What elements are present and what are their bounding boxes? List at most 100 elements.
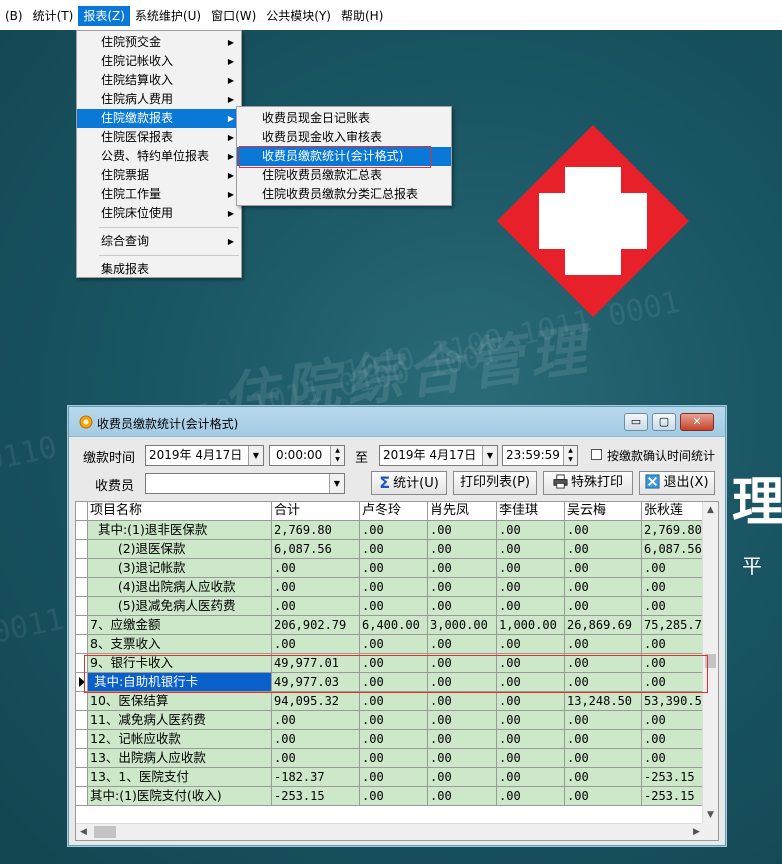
table-cell[interactable]: .00 [428,730,497,749]
table-cell[interactable]: 12、记帐应收款 [88,730,272,749]
table-cell[interactable]: 206,902.79 [272,616,360,635]
print-list-button[interactable]: 打印列表(P) [453,471,537,495]
row-indicator[interactable] [76,616,88,635]
table-cell[interactable]: 3,000.00 [428,616,497,635]
row-indicator[interactable] [76,787,88,806]
special-print-button[interactable]: 特殊打印 [543,471,633,495]
submenu-cashier-payment-category-summary[interactable]: 住院收费员缴款分类汇总报表 [237,185,451,204]
table-cell[interactable]: .00 [642,559,704,578]
table-cell[interactable]: .00 [497,768,565,787]
table-cell[interactable]: .00 [360,597,428,616]
table-cell[interactable]: .00 [428,749,497,768]
collector-select[interactable]: ▼ [145,473,345,494]
scroll-left-icon[interactable]: ◀ [76,824,91,840]
row-indicator[interactable] [76,540,88,559]
table-cell[interactable]: 10、医保结算 [88,692,272,711]
submenu-cashier-cash-journal[interactable]: 收费员现金日记账表 [237,109,451,128]
table-row[interactable]: (4)退出院病人应收款 .00.00.00.00.00.00 [76,578,704,597]
table-cell[interactable]: 26,869.69 [565,616,642,635]
table-cell[interactable]: .00 [497,787,565,806]
menu-item-reports[interactable]: 报表(Z) [78,6,130,26]
table-cell[interactable]: 2,769.80 [272,521,360,540]
table-cell[interactable]: .00 [497,749,565,768]
row-indicator[interactable] [76,502,88,521]
scroll-thumb[interactable] [94,826,116,838]
table-cell[interactable]: .00 [272,711,360,730]
table-cell[interactable]: 1,000.00 [497,616,565,635]
table-cell[interactable]: .00 [642,730,704,749]
table-cell[interactable]: 6,087.56 [642,540,704,559]
table-cell[interactable]: 8、支票收入 [88,635,272,654]
table-cell[interactable]: .00 [428,578,497,597]
maximize-button[interactable]: ▢ [652,413,676,431]
table-cell[interactable]: .00 [272,749,360,768]
stats-button[interactable]: Σ 统计(U) [371,471,447,495]
table-cell[interactable]: .00 [497,521,565,540]
table-cell[interactable]: .00 [565,578,642,597]
scroll-down-icon[interactable]: ▼ [703,807,718,823]
table-row[interactable]: 其中:(1)医院支付(收入) -253.15.00.00.00.00 -253.15 [76,787,704,806]
table-cell[interactable]: 6,087.56 [272,540,360,559]
table-cell[interactable]: 13、出院病人应收款 [88,749,272,768]
table-cell[interactable]: .00 [497,559,565,578]
table-cell[interactable]: .00 [360,692,428,711]
table-cell[interactable]: .00 [272,578,360,597]
row-indicator[interactable] [76,635,88,654]
table-cell[interactable]: .00 [428,540,497,559]
table-cell[interactable]: .00 [497,730,565,749]
table-row[interactable]: 13、1、医院支付 -182.37.00.00.00.00 -253.15 [76,768,704,787]
table-cell[interactable]: .00 [360,787,428,806]
end-time-field[interactable]: 23:59:59 ▲ ▼ [502,445,578,466]
table-cell[interactable]: .00 [272,559,360,578]
table-cell[interactable]: .00 [360,540,428,559]
table-cell[interactable]: 13、1、医院支付 [88,768,272,787]
table-cell[interactable]: -182.37 [272,768,360,787]
table-cell[interactable]: .00 [642,635,704,654]
start-date-picker[interactable]: 2019年 4月17日 ▼ [145,445,264,466]
row-indicator[interactable] [76,749,88,768]
table-row[interactable]: 13、出院病人应收款 .00.00.00.00.00.00 [76,749,704,768]
table-cell[interactable]: 7、应缴金额 [88,616,272,635]
submenu-cashier-payment-summary[interactable]: 住院收费员缴款汇总表 [237,166,451,185]
size-grip[interactable] [702,823,718,840]
minimize-button[interactable]: ▭ [624,413,648,431]
table-cell[interactable]: 11、减免病人医药费 [88,711,272,730]
table-cell[interactable]: .00 [272,597,360,616]
table-row[interactable]: 7、应缴金额 206,902.79 6,400.00 3,000.00 1,000.00… [76,616,704,635]
table-row[interactable]: 10、医保结算 94,095.32.00.00.00 13,248.50 53,390… [76,692,704,711]
table-cell[interactable]: .00 [565,711,642,730]
table-cell[interactable]: .00 [360,578,428,597]
menu-item-window[interactable]: 窗口(W) [206,6,261,26]
menu-inpatient-patient-fees[interactable]: 住院病人费用 ▶ [77,90,241,109]
table-cell[interactable]: .00 [360,559,428,578]
table-cell[interactable]: 53,390.5 [642,692,704,711]
menu-inpatient-charge-income[interactable]: 住院记帐收入 ▶ [77,52,241,71]
end-date-picker[interactable]: 2019年 4月17日 ▼ [379,445,498,466]
table-cell[interactable]: .00 [642,578,704,597]
menu-inpatient-workload[interactable]: 住院工作量 ▶ [77,185,241,204]
table-cell[interactable]: -253.15 [642,787,704,806]
start-time-spinner[interactable]: ▲ ▼ [330,446,344,465]
table-cell[interactable]: 13,248.50 [565,692,642,711]
table-row[interactable]: 其中:(1)退非医保款 2,769.80.00.00.00.00 2,769.80 [76,521,704,540]
table-cell[interactable]: .00 [360,635,428,654]
row-indicator[interactable] [76,768,88,787]
table-row[interactable]: 8、支票收入 .00.00.00.00.00.00 [76,635,704,654]
table-cell[interactable]: (4)退出院病人应收款 [88,578,272,597]
table-cell[interactable]: .00 [565,559,642,578]
table-cell[interactable]: .00 [497,711,565,730]
row-indicator[interactable] [76,578,88,597]
table-cell[interactable]: .00 [428,521,497,540]
row-indicator[interactable] [76,730,88,749]
table-row[interactable]: 11、减免病人医药费 .00.00.00.00.00.00 [76,711,704,730]
table-cell[interactable]: .00 [360,749,428,768]
table-cell[interactable]: .00 [497,578,565,597]
table-cell[interactable]: .00 [497,597,565,616]
table-cell[interactable]: .00 [642,597,704,616]
menu-comprehensive-query[interactable]: 综合查询 ▶ [77,232,241,251]
menu-inpatient-payment-reports[interactable]: 住院缴款报表 ▶ [77,109,241,128]
table-cell[interactable]: 75,285.7 [642,616,704,635]
table-cell[interactable]: 2,769.80 [642,521,704,540]
table-cell[interactable]: .00 [565,768,642,787]
window-titlebar[interactable]: 收费员缴款统计(会计格式) ▭ ▢ ✕ [69,407,725,437]
